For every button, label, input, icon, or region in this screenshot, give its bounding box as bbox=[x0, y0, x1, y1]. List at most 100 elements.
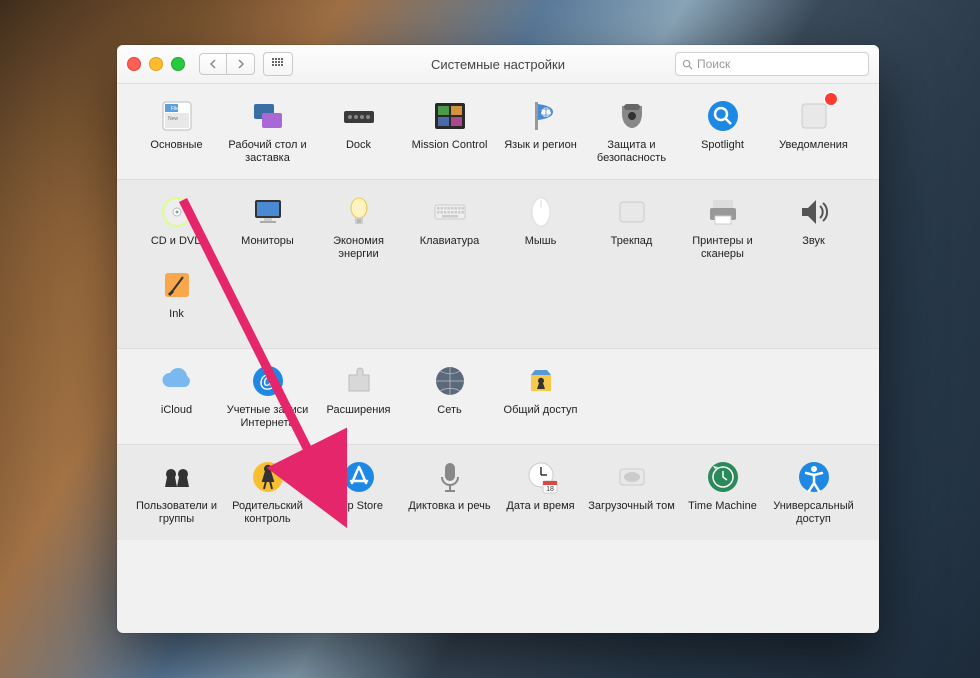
printers-icon bbox=[703, 192, 743, 232]
datetime-icon: 18 bbox=[521, 457, 561, 497]
search-input[interactable]: Поиск bbox=[675, 52, 869, 76]
pref-printers[interactable]: Принтеры и сканеры bbox=[677, 192, 768, 261]
pref-row: FileNewОсновныеРабочий стол и заставка Do… bbox=[131, 96, 865, 169]
pref-sound[interactable]: Звук bbox=[768, 192, 859, 261]
pref-security[interactable]: Защита и безопасность bbox=[586, 96, 677, 165]
appstore-icon bbox=[339, 457, 379, 497]
preferences-body: FileNewОсновныеРабочий стол и заставка Do… bbox=[117, 84, 879, 540]
pref-energy[interactable]: Экономия энергии bbox=[313, 192, 404, 261]
pref-ink[interactable]: Ink bbox=[131, 265, 222, 334]
pref-label: Сеть bbox=[437, 404, 461, 430]
notifications-icon bbox=[794, 96, 834, 136]
keyboard-icon bbox=[430, 192, 470, 232]
pref-row: iCloud @Учетные записи Интернета Расширени… bbox=[131, 361, 865, 434]
pref-section-0: FileNewОсновныеРабочий стол и заставка Do… bbox=[117, 84, 879, 180]
pref-spotlight[interactable]: Spotlight bbox=[677, 96, 768, 165]
sharing-icon bbox=[521, 361, 561, 401]
displays-icon bbox=[248, 192, 288, 232]
window-title: Системные настройки bbox=[431, 57, 565, 72]
forward-button[interactable] bbox=[227, 53, 255, 75]
pref-label: Защита и безопасность bbox=[586, 139, 677, 165]
trackpad-icon bbox=[612, 192, 652, 232]
mission-icon bbox=[430, 96, 470, 136]
svg-text:18: 18 bbox=[546, 486, 554, 493]
pref-extensions[interactable]: Расширения bbox=[313, 361, 404, 430]
pref-label: Пользователи и группы bbox=[131, 500, 222, 526]
notification-badge bbox=[824, 92, 838, 106]
dock-icon bbox=[339, 96, 379, 136]
general-icon: FileNew bbox=[157, 96, 197, 136]
pref-language[interactable]: Язык и регион bbox=[495, 96, 586, 165]
pref-datetime[interactable]: 18 Дата и время bbox=[495, 457, 586, 526]
dictation-icon bbox=[430, 457, 470, 497]
pref-label: Принтеры и сканеры bbox=[677, 235, 768, 261]
pref-label: iCloud bbox=[161, 404, 192, 430]
pref-label: Родительский контроль bbox=[222, 500, 313, 526]
pref-label: Звук bbox=[802, 235, 825, 261]
pref-label: Time Machine bbox=[688, 500, 757, 526]
back-button[interactable] bbox=[199, 53, 227, 75]
language-icon bbox=[521, 96, 561, 136]
pref-network[interactable]: Сеть bbox=[404, 361, 495, 430]
icloud-icon bbox=[157, 361, 197, 401]
extensions-icon bbox=[339, 361, 379, 401]
pref-section-1: CD и DVD Мониторы Экономия энергии Клавиату… bbox=[117, 180, 879, 349]
pref-label: Мониторы bbox=[241, 235, 294, 261]
accessibility-icon bbox=[794, 457, 834, 497]
pref-label: Клавиатура bbox=[420, 235, 480, 261]
internet-icon: @ bbox=[248, 361, 288, 401]
startup-icon bbox=[612, 457, 652, 497]
pref-label: Общий доступ bbox=[504, 404, 578, 430]
svg-text:File: File bbox=[171, 106, 179, 112]
pref-row: CD и DVD Мониторы Экономия энергии Клавиату… bbox=[131, 192, 865, 338]
pref-label: Mission Control bbox=[412, 139, 488, 165]
pref-cddvd[interactable]: CD и DVD bbox=[131, 192, 222, 261]
users-icon bbox=[157, 457, 197, 497]
traffic-lights bbox=[127, 57, 185, 71]
pref-timemachine[interactable]: Time Machine bbox=[677, 457, 768, 526]
pref-mission[interactable]: Mission Control bbox=[404, 96, 495, 165]
show-all-button[interactable] bbox=[263, 52, 293, 76]
pref-label: Dock bbox=[346, 139, 371, 165]
pref-startup[interactable]: Загрузочный том bbox=[586, 457, 677, 526]
pref-icloud[interactable]: iCloud bbox=[131, 361, 222, 430]
pref-accessibility[interactable]: Универсальный доступ bbox=[768, 457, 859, 526]
pref-sharing[interactable]: Общий доступ bbox=[495, 361, 586, 430]
pref-keyboard[interactable]: Клавиатура bbox=[404, 192, 495, 261]
pref-label: Загрузочный том bbox=[588, 500, 675, 526]
cddvd-icon bbox=[157, 192, 197, 232]
svg-text:@: @ bbox=[259, 371, 277, 391]
pref-dictation[interactable]: Диктовка и речь bbox=[404, 457, 495, 526]
pref-label: Spotlight bbox=[701, 139, 744, 165]
pref-internet[interactable]: @Учетные записи Интернета bbox=[222, 361, 313, 430]
nav-buttons bbox=[199, 53, 255, 75]
system-preferences-window: Системные настройки Поиск FileNewОсновны… bbox=[117, 45, 879, 633]
pref-displays[interactable]: Мониторы bbox=[222, 192, 313, 261]
pref-notifications[interactable]: Уведомления bbox=[768, 96, 859, 165]
pref-label: Ink bbox=[169, 308, 184, 334]
sound-icon bbox=[794, 192, 834, 232]
pref-trackpad[interactable]: Трекпад bbox=[586, 192, 677, 261]
zoom-button[interactable] bbox=[171, 57, 185, 71]
pref-label: Расширения bbox=[327, 404, 391, 430]
pref-mouse[interactable]: Мышь bbox=[495, 192, 586, 261]
pref-desktop[interactable]: Рабочий стол и заставка bbox=[222, 96, 313, 165]
minimize-button[interactable] bbox=[149, 57, 163, 71]
pref-appstore[interactable]: App Store bbox=[313, 457, 404, 526]
pref-general[interactable]: FileNewОсновные bbox=[131, 96, 222, 165]
pref-users[interactable]: Пользователи и группы bbox=[131, 457, 222, 526]
pref-label: Дата и время bbox=[506, 500, 574, 526]
pref-dock[interactable]: Dock bbox=[313, 96, 404, 165]
pref-parental[interactable]: Родительский контроль bbox=[222, 457, 313, 526]
pref-label: Диктовка и речь bbox=[408, 500, 490, 526]
pref-label: Уведомления bbox=[779, 139, 848, 165]
pref-label: Экономия энергии bbox=[313, 235, 404, 261]
desktop-icon bbox=[248, 96, 288, 136]
pref-label: CD и DVD bbox=[151, 235, 202, 261]
spotlight-icon bbox=[703, 96, 743, 136]
pref-label: Мышь bbox=[525, 235, 557, 261]
close-button[interactable] bbox=[127, 57, 141, 71]
search-icon bbox=[682, 59, 693, 70]
pref-label: App Store bbox=[334, 500, 383, 526]
ink-icon bbox=[157, 265, 197, 305]
